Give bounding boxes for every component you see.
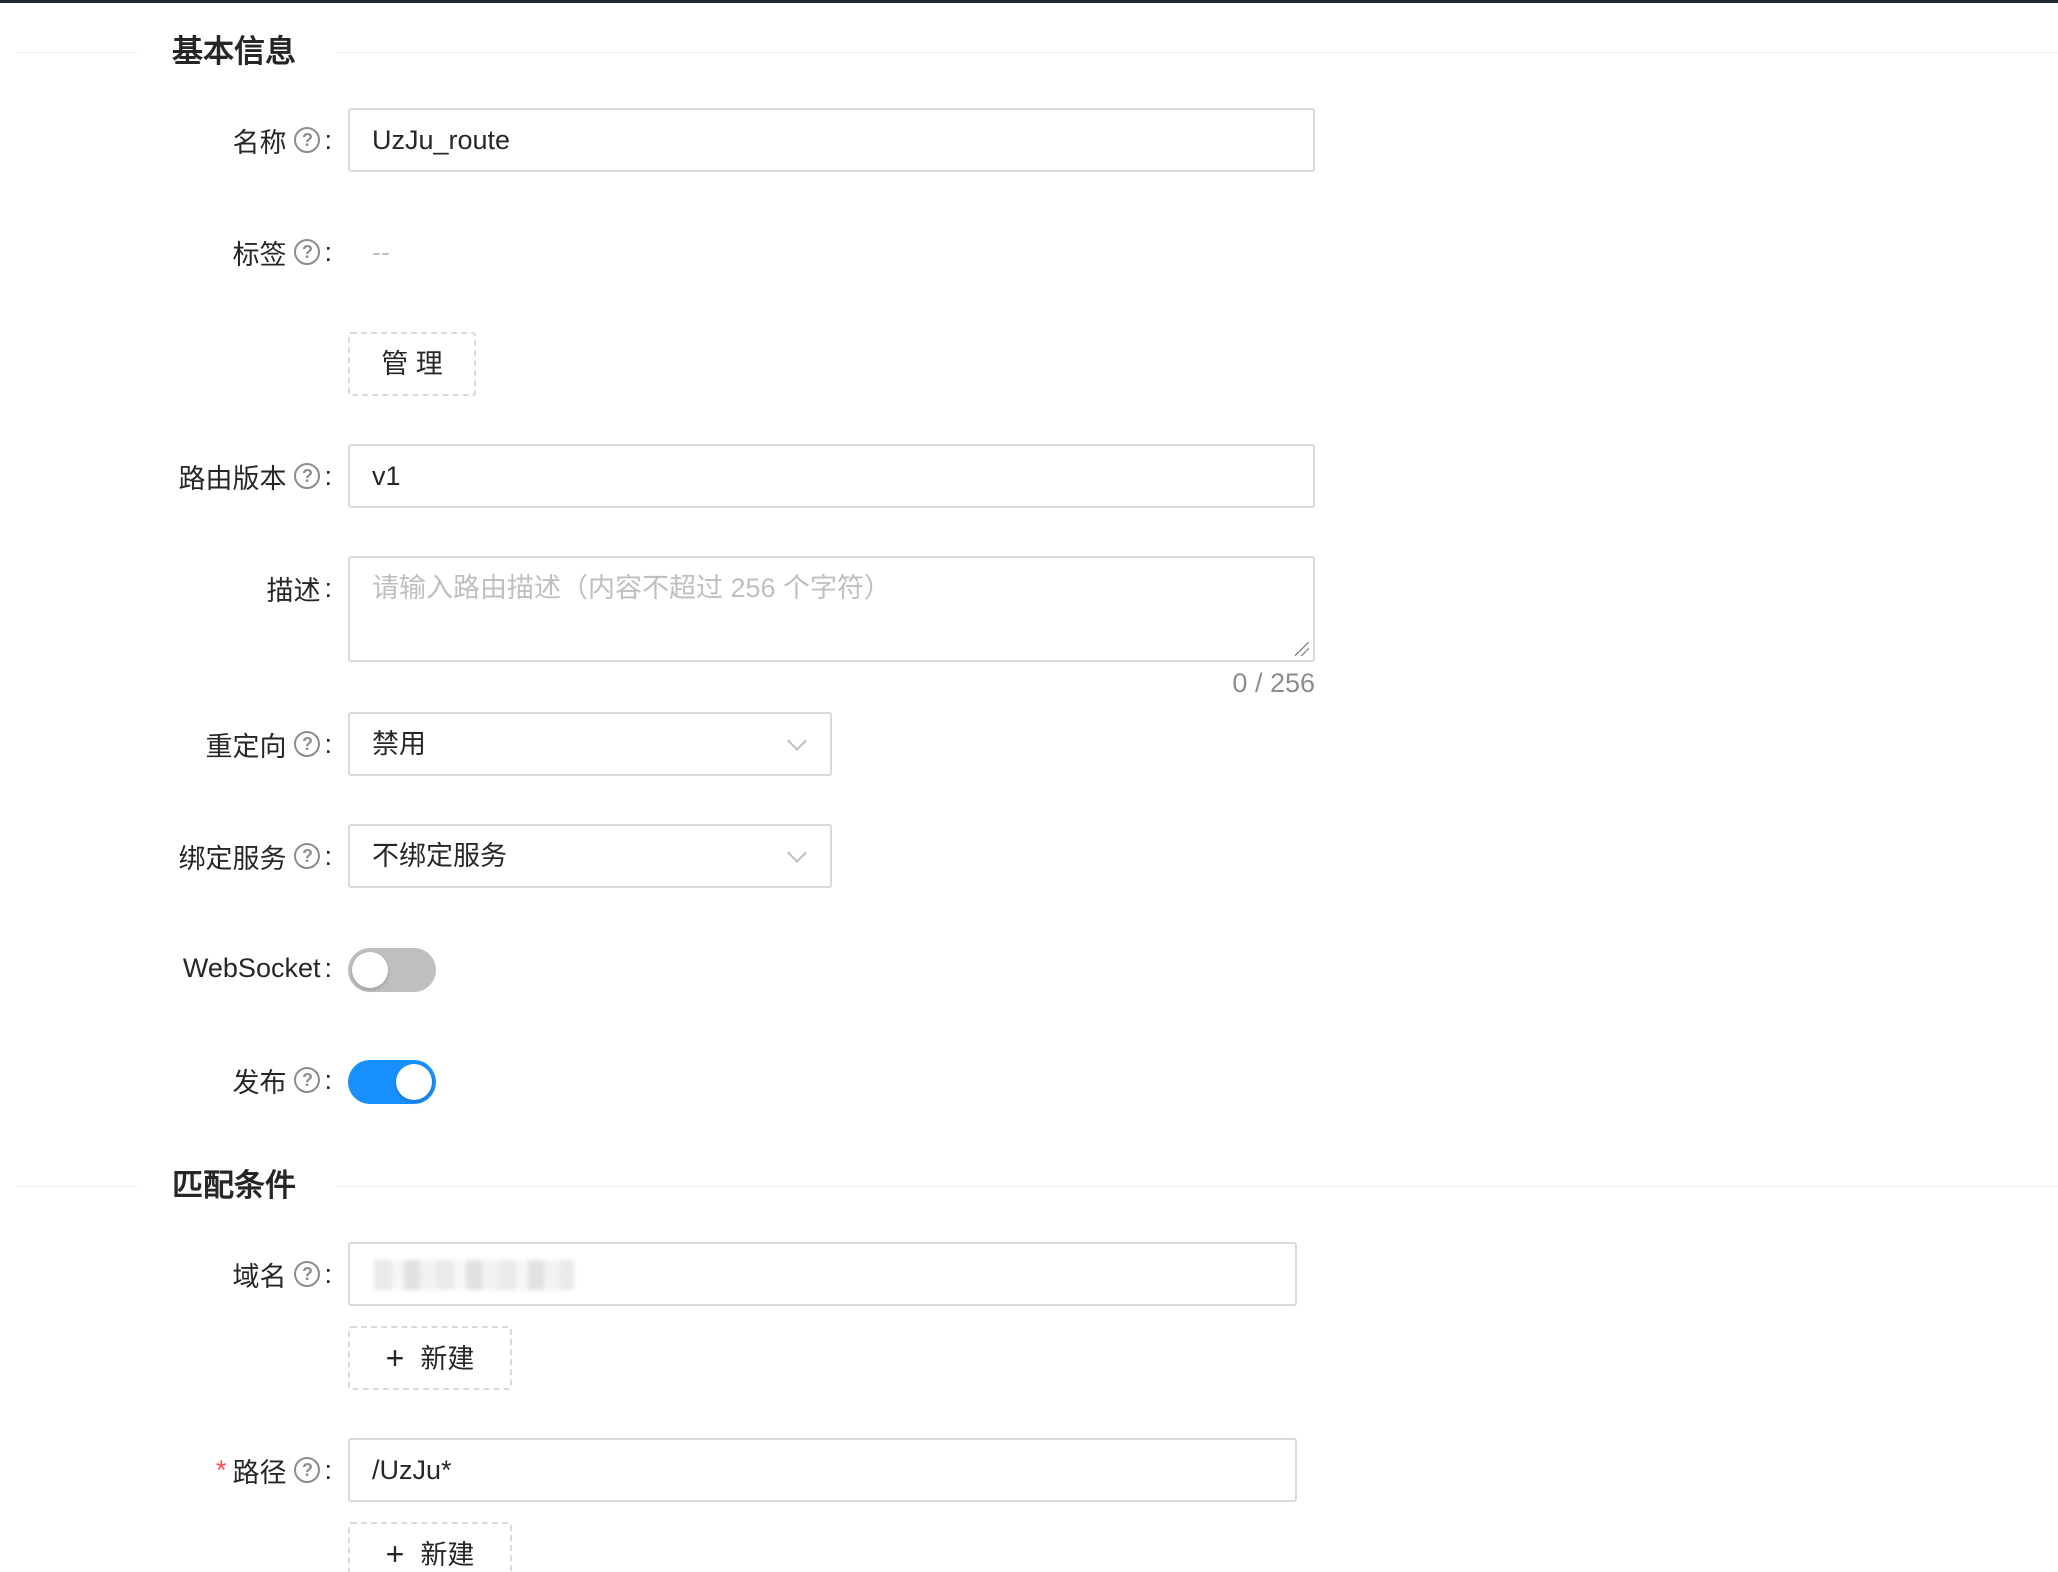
question-circle-icon[interactable]: ? (294, 1067, 321, 1093)
path-label: * 路径 ? : (215, 1454, 332, 1488)
chevron-down-icon (787, 731, 807, 751)
version-input[interactable]: v1 (348, 444, 1315, 508)
top-strip (0, 0, 2058, 3)
redacted-value (374, 1260, 574, 1290)
plus-icon: + (385, 1340, 405, 1376)
description-label: 描述 : (266, 572, 332, 606)
chevron-down-icon (787, 843, 807, 863)
name-input[interactable]: UzJu_route (348, 108, 1315, 172)
section-title-basic: 基本信息 (172, 34, 296, 69)
redirect-label: 重定向 ? : (205, 728, 332, 762)
resize-handle-icon[interactable] (1295, 642, 1309, 656)
route-form-page: 基本信息 名称 ? : UzJu_route 标签 ? : -- 管 理 路由版… (0, 0, 2058, 1572)
question-circle-icon[interactable]: ? (294, 1261, 321, 1287)
question-circle-icon[interactable]: ? (294, 463, 321, 489)
section-divider-match: 匹配条件 (16, 1168, 2058, 1204)
tags-label: 标签 ? : (232, 236, 332, 270)
service-label: 绑定服务 ? : (178, 840, 332, 874)
publish-label: 发布 ? : (232, 1064, 332, 1098)
description-textarea[interactable]: 请输入路由描述（内容不超过 256 个字符） (348, 556, 1315, 662)
description-counter: 0 / 256 (1232, 668, 1315, 698)
plus-icon: + (385, 1536, 405, 1572)
add-host-button[interactable]: + 新建 (348, 1326, 512, 1390)
switch-knob (396, 1064, 432, 1100)
question-circle-icon[interactable]: ? (294, 1457, 321, 1483)
section-title-match: 匹配条件 (172, 1168, 296, 1203)
description-placeholder: 请输入路由描述（内容不超过 256 个字符） (372, 573, 892, 603)
host-label: 域名 ? : (232, 1258, 332, 1292)
question-circle-icon[interactable]: ? (294, 127, 321, 153)
question-circle-icon[interactable]: ? (294, 731, 321, 757)
manage-tags-button[interactable]: 管 理 (348, 332, 476, 396)
path-input[interactable]: /UzJu* (348, 1438, 1297, 1502)
host-input[interactable] (348, 1242, 1297, 1306)
publish-switch[interactable] (348, 1060, 436, 1104)
section-divider-basic: 基本信息 (16, 34, 2058, 70)
question-circle-icon[interactable]: ? (294, 239, 321, 265)
service-select[interactable]: 不绑定服务 (348, 824, 832, 888)
add-path-button[interactable]: + 新建 (348, 1522, 512, 1572)
question-circle-icon[interactable]: ? (294, 843, 321, 869)
switch-knob (352, 952, 388, 988)
websocket-label: WebSocket : (182, 952, 332, 983)
name-label: 名称 ? : (232, 124, 332, 158)
required-mark: * (215, 1454, 227, 1485)
version-label: 路由版本 ? : (178, 460, 332, 494)
websocket-switch[interactable] (348, 948, 436, 992)
redirect-select[interactable]: 禁用 (348, 712, 832, 776)
tags-value: -- (372, 237, 390, 267)
